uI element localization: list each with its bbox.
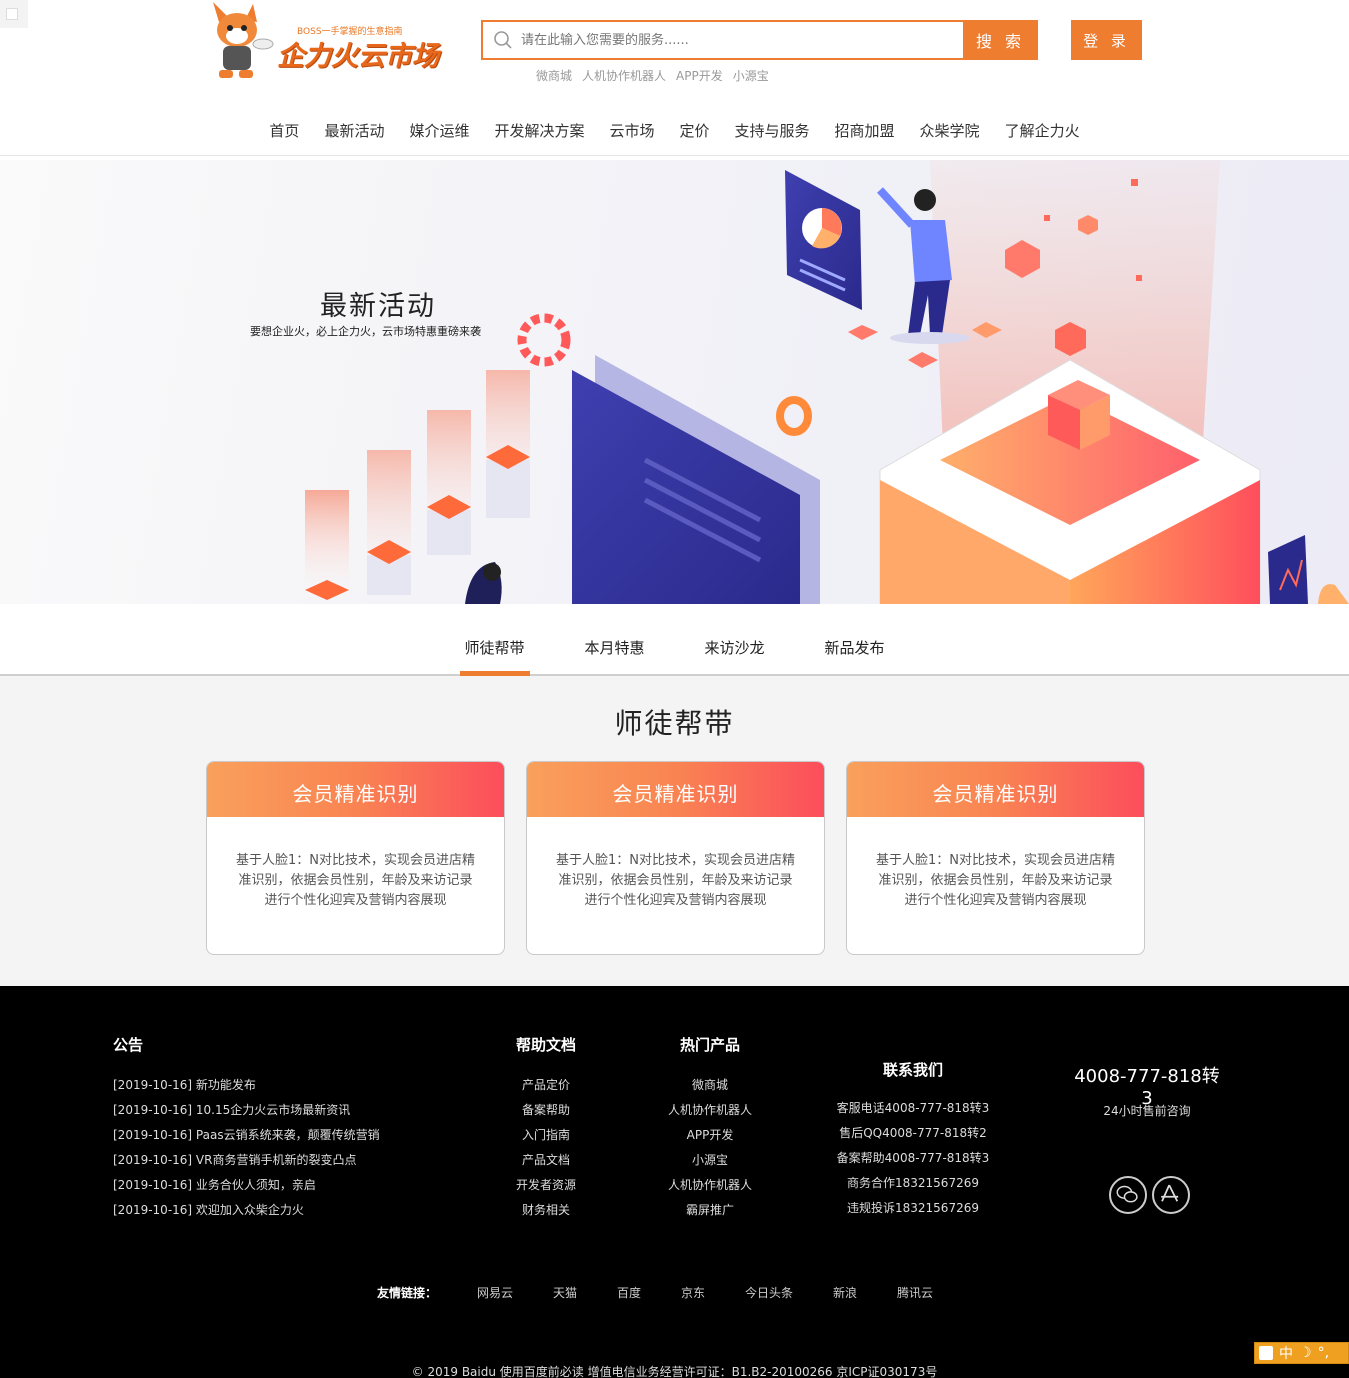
- logo[interactable]: BOSS一手掌握的生意指南 企力火云市场: [205, 0, 450, 84]
- feature-card[interactable]: 会员精准识别 基于人脸1：N对比技术，实现会员进店精准识别，依据会员性别，年龄及…: [526, 761, 825, 955]
- hero-banner: 最新活动 要想企业火，必上企力火，云市场特惠重磅来袭: [0, 160, 1349, 604]
- section-title: 师徒帮带: [614, 707, 735, 740]
- nav-item-cloud-market[interactable]: 云市场: [597, 112, 666, 155]
- card-title: 会员精准识别: [527, 762, 824, 817]
- nav-item-academy[interactable]: 众柴学院: [908, 112, 992, 155]
- wechat-icon[interactable]: [1109, 1176, 1147, 1214]
- product-link[interactable]: 霸屏推广: [650, 1202, 770, 1227]
- banner-illustration: [305, 160, 1349, 604]
- card-description: 基于人脸1：N对比技术，实现会员进店精准识别，依据会员性别，年龄及来访记录进行个…: [236, 853, 475, 908]
- tab-mentorship[interactable]: 师徒帮带: [459, 604, 530, 676]
- help-link[interactable]: 入门指南: [496, 1127, 596, 1152]
- nav-item-about[interactable]: 了解企力火: [993, 112, 1092, 155]
- logo-text: 企力火云市场: [277, 41, 439, 72]
- help-link[interactable]: 产品定价: [496, 1077, 596, 1102]
- nav-item-franchise[interactable]: 招商加盟: [823, 112, 907, 155]
- hot-link[interactable]: APP开发: [676, 67, 723, 84]
- hot-link[interactable]: 微商城: [536, 67, 572, 84]
- mentorship-section: 师徒帮带 会员精准识别 基于人脸1：N对比技术，实现会员进店精准识别，依据会员性…: [0, 676, 1349, 986]
- main-nav: 首页 最新活动 媒介运维 开发解决方案 云市场 定价 支持与服务 招商加盟 众柴…: [0, 112, 1349, 156]
- moon-icon[interactable]: ☽: [1299, 1345, 1312, 1361]
- friend-link[interactable]: 腾讯云: [897, 1284, 933, 1301]
- search-button[interactable]: 搜 索: [963, 20, 1038, 60]
- notice-item[interactable]: [2019-10-16] Paas云销系统来袭，颠覆传统营销: [113, 1127, 380, 1152]
- ime-logo-icon: [1259, 1346, 1273, 1360]
- hot-search-links: 微商城 人机协作机器人 APP开发 小源宝: [536, 67, 769, 84]
- contact-item: 售后QQ4008-777-818转2: [839, 1126, 987, 1140]
- product-link[interactable]: APP开发: [650, 1127, 770, 1152]
- ime-language[interactable]: 中: [1279, 1343, 1293, 1363]
- help-link[interactable]: 产品文档: [496, 1152, 596, 1177]
- footer-hot-products: 热门产品 微商城 人机协作机器人 APP开发 小源宝 人机协作机器人 霸屏推广: [650, 1034, 770, 1227]
- friend-link[interactable]: 网易云: [477, 1284, 513, 1301]
- card-description: 基于人脸1：N对比技术，实现会员进店精准识别，依据会员性别，年龄及来访记录进行个…: [556, 853, 795, 908]
- notice-item[interactable]: [2019-10-16] VR商务营销手机新的裂变凸点: [113, 1152, 380, 1177]
- nav-item-latest-activity[interactable]: 最新活动: [312, 112, 396, 155]
- hotline-caption: 24小时售前咨询: [1103, 1104, 1191, 1118]
- footer-help: 帮助文档 产品定价 备案帮助 入门指南 产品文档 开发者资源 财务相关: [496, 1034, 596, 1227]
- page: BOSS一手掌握的生意指南 企力火云市场 搜 索 微商城 人机协作机器人 APP…: [0, 0, 1349, 1378]
- product-link[interactable]: 微商城: [650, 1077, 770, 1102]
- friend-link[interactable]: 天猫: [553, 1284, 577, 1301]
- footer-notice: 公告 [2019-10-16] 新功能发布 [2019-10-16] 10.15…: [113, 1034, 380, 1227]
- help-link[interactable]: 开发者资源: [496, 1177, 596, 1202]
- footer-hot-title: 热门产品: [679, 1036, 740, 1054]
- app-store-icon[interactable]: [1152, 1176, 1190, 1214]
- login-button[interactable]: 登 录: [1071, 20, 1142, 60]
- search-box: 搜 索: [481, 20, 1038, 60]
- nav-item-dev-solutions[interactable]: 开发解决方案: [482, 112, 596, 155]
- card-description: 基于人脸1：N对比技术，实现会员进店精准识别，依据会员性别，年龄及来访记录进行个…: [876, 853, 1115, 908]
- tab-monthly-deals[interactable]: 本月特惠: [580, 604, 650, 674]
- notice-item[interactable]: [2019-10-16] 10.15企力火云市场最新资讯: [113, 1102, 380, 1127]
- friend-link[interactable]: 百度: [617, 1284, 641, 1301]
- search-icon: [494, 31, 512, 49]
- copyright: © 2019 Baidu 使用百度前必读 增值电信业务经营许可证：B1.B2-2…: [411, 1365, 938, 1378]
- footer-contact: 联系我们 客服电话4008-777-818转3 售后QQ4008-777-818…: [833, 1059, 993, 1225]
- banner-subtitle: 要想企业火，必上企力火，云市场特惠重磅来袭: [250, 325, 481, 338]
- fox-mascot-icon: [213, 2, 274, 78]
- footer-notice-title: 公告: [113, 1036, 144, 1054]
- ime-toolbar[interactable]: 中 ☽ °,: [1254, 1342, 1349, 1364]
- feature-card[interactable]: 会员精准识别 基于人脸1：N对比技术，实现会员进店精准识别，依据会员性别，年龄及…: [846, 761, 1145, 955]
- footer-help-title: 帮助文档: [515, 1036, 576, 1054]
- corner-placeholder-icon: [0, 0, 28, 28]
- punctuation-icon[interactable]: °,: [1318, 1345, 1329, 1361]
- search-input[interactable]: [521, 22, 961, 58]
- feature-card[interactable]: 会员精准识别 基于人脸1：N对比技术，实现会员进店精准识别，依据会员性别，年龄及…: [206, 761, 505, 955]
- nav-item-support[interactable]: 支持与服务: [723, 112, 822, 155]
- nav-item-home[interactable]: 首页: [257, 112, 311, 155]
- footer-contact-title: 联系我们: [882, 1061, 943, 1079]
- hot-link[interactable]: 小源宝: [733, 67, 769, 84]
- notice-item[interactable]: [2019-10-16] 业务合伙人须知，亲启: [113, 1177, 380, 1202]
- product-link[interactable]: 小源宝: [650, 1152, 770, 1177]
- category-tabs: 师徒帮带 本月特惠 来访沙龙 新品发布: [0, 604, 1349, 676]
- product-link[interactable]: 人机协作机器人: [650, 1177, 770, 1202]
- nav-item-media-ops[interactable]: 媒介运维: [397, 112, 481, 155]
- contact-item: 商务合作18321567269: [847, 1176, 979, 1190]
- contact-item: 备案帮助4008-777-818转3: [836, 1151, 990, 1165]
- friend-link[interactable]: 新浪: [833, 1284, 857, 1301]
- help-link[interactable]: 备案帮助: [496, 1102, 596, 1127]
- notice-item[interactable]: [2019-10-16] 欢迎加入众柴企力火: [113, 1202, 380, 1227]
- hot-link[interactable]: 人机协作机器人: [582, 67, 666, 84]
- footer: 公告 [2019-10-16] 新功能发布 [2019-10-16] 10.15…: [0, 986, 1349, 1378]
- friend-links-label: 友情链接：: [377, 1286, 438, 1300]
- tab-new-release[interactable]: 新品发布: [820, 604, 890, 674]
- friend-link[interactable]: 今日头条: [745, 1284, 793, 1301]
- tab-salon[interactable]: 来访沙龙: [700, 604, 770, 674]
- product-link[interactable]: 人机协作机器人: [650, 1102, 770, 1127]
- card-title: 会员精准识别: [207, 762, 504, 817]
- notice-item[interactable]: [2019-10-16] 新功能发布: [113, 1077, 380, 1102]
- nav-item-pricing[interactable]: 定价: [668, 112, 722, 155]
- card-title: 会员精准识别: [847, 762, 1144, 817]
- banner-title: 最新活动: [320, 291, 436, 322]
- contact-item: 违规投诉18321567269: [847, 1201, 979, 1215]
- help-link[interactable]: 财务相关: [496, 1202, 596, 1227]
- contact-item: 客服电话4008-777-818转3: [836, 1101, 990, 1115]
- friend-link[interactable]: 京东: [681, 1284, 705, 1301]
